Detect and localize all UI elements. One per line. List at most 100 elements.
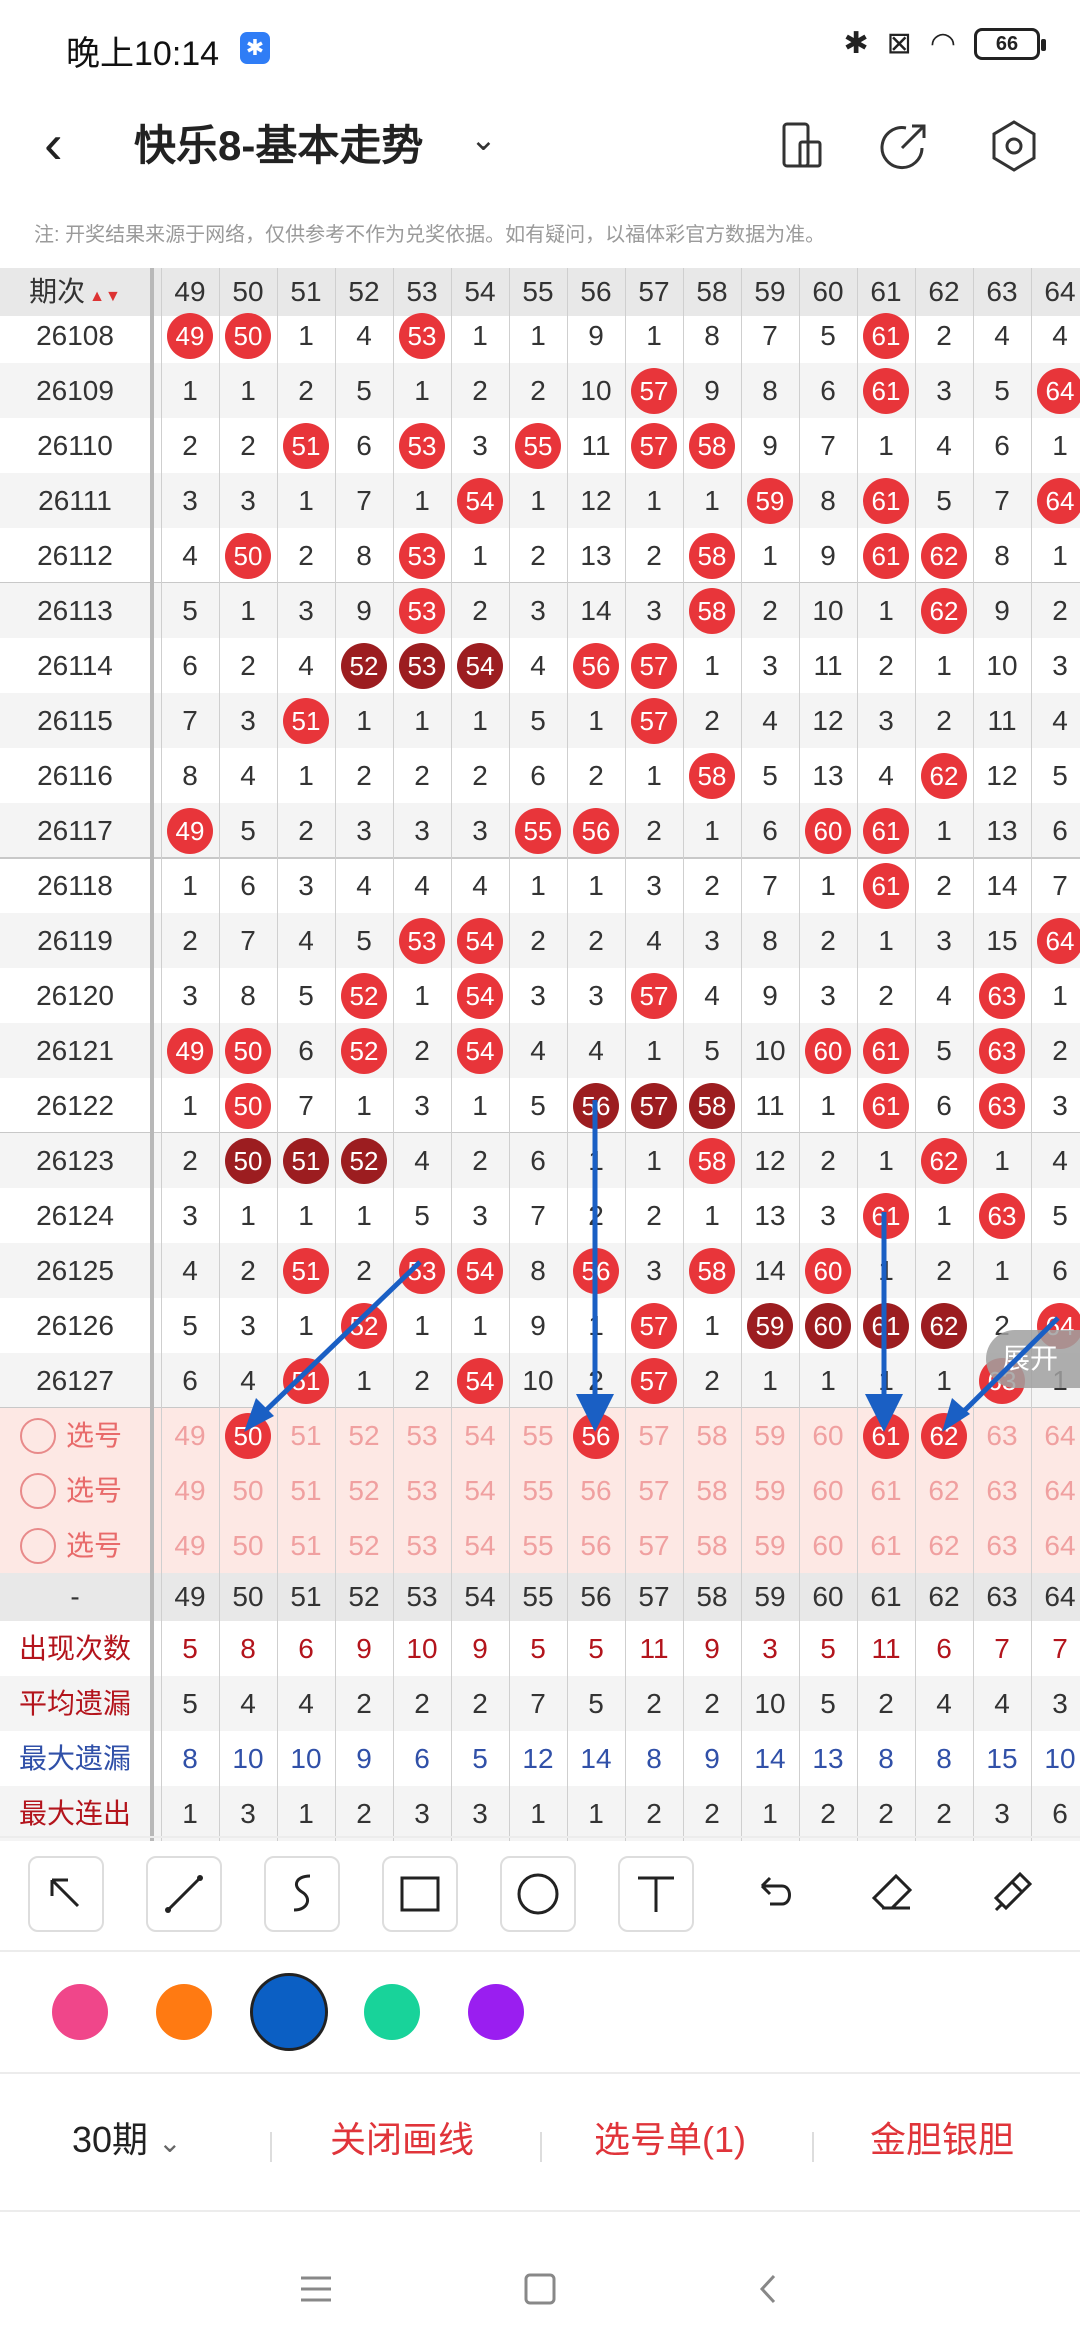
number-cell: 7 bbox=[994, 485, 1010, 516]
selectable-number[interactable]: 55 bbox=[509, 1518, 567, 1573]
selectable-number[interactable]: 59 bbox=[741, 1518, 799, 1573]
stats-value: 6 bbox=[414, 1743, 430, 1774]
selectable-number[interactable]: 63 bbox=[973, 1463, 1031, 1518]
number-cell: 2 bbox=[298, 815, 314, 846]
line-tool[interactable] bbox=[146, 1856, 222, 1932]
selectable-number[interactable]: 58 bbox=[683, 1463, 741, 1518]
selectable-number[interactable]: 60 bbox=[799, 1463, 857, 1518]
sort-icon[interactable]: ▲▼ bbox=[89, 288, 121, 305]
color-swatch[interactable] bbox=[468, 1984, 524, 2040]
selectable-number[interactable]: 50 bbox=[219, 1518, 277, 1573]
selectable-number[interactable]: 62 bbox=[915, 1518, 973, 1573]
period-count-select[interactable]: 30期 ⌄ bbox=[72, 2112, 182, 2171]
pointer-tool[interactable] bbox=[28, 1856, 104, 1932]
selectable-number[interactable]: 52 bbox=[335, 1518, 393, 1573]
selected-number-ball[interactable]: 61 bbox=[863, 1413, 909, 1460]
radio-icon[interactable] bbox=[20, 1472, 56, 1509]
selection-row-toggle[interactable]: 选号 bbox=[0, 1518, 150, 1573]
pick-list-button[interactable]: 选号单(1) bbox=[594, 2112, 746, 2168]
selectable-number[interactable]: 64 bbox=[1031, 1518, 1080, 1573]
selectable-number[interactable]: 57 bbox=[625, 1408, 683, 1463]
radio-icon[interactable] bbox=[20, 1527, 56, 1564]
selectable-number[interactable]: 58 bbox=[683, 1408, 741, 1463]
stats-value: 4 bbox=[240, 1688, 256, 1719]
selectable-number[interactable]: 54 bbox=[451, 1463, 509, 1518]
eraser-icon[interactable] bbox=[854, 1856, 930, 1932]
share-icon[interactable] bbox=[872, 114, 936, 178]
number-cell: 62 bbox=[915, 748, 973, 803]
number-cell: 52 bbox=[335, 968, 393, 1023]
brush-clear-icon[interactable] bbox=[972, 1856, 1048, 1932]
color-swatch[interactable] bbox=[52, 1984, 108, 2040]
selectable-number[interactable]: 51 bbox=[277, 1518, 335, 1573]
selectable-number[interactable]: 50 bbox=[219, 1463, 277, 1518]
selectable-number[interactable]: 51 bbox=[277, 1408, 335, 1463]
selectable-number[interactable]: 60 bbox=[799, 1518, 857, 1573]
selection-row-toggle[interactable]: 选号 bbox=[0, 1408, 150, 1463]
back-nav-icon[interactable] bbox=[744, 2264, 794, 2314]
number-cell: 6 bbox=[530, 1145, 546, 1176]
number-cell: 57 bbox=[625, 638, 683, 693]
selectable-number[interactable]: 49 bbox=[161, 1518, 219, 1573]
selected-number-ball[interactable]: 62 bbox=[921, 1413, 967, 1460]
number-cell: 4 bbox=[936, 430, 952, 461]
table-row: 26126 5 3 1 52 1 1 9 1 57 1 59 60 61 62 2 64 bbox=[0, 1298, 1080, 1353]
selectable-number[interactable]: 56 bbox=[567, 1463, 625, 1518]
selectable-number[interactable]: 49 bbox=[161, 1463, 219, 1518]
selectable-number[interactable]: 58 bbox=[683, 1518, 741, 1573]
selectable-number[interactable]: 57 bbox=[625, 1518, 683, 1573]
color-swatch[interactable] bbox=[250, 1973, 328, 2051]
selectable-number[interactable]: 61 bbox=[857, 1518, 915, 1573]
selected-number-ball[interactable]: 56 bbox=[573, 1413, 619, 1460]
selection-row-toggle[interactable]: 选号 bbox=[0, 1463, 150, 1518]
expand-button[interactable]: 展开 bbox=[986, 1330, 1080, 1388]
selectable-number[interactable]: 51 bbox=[277, 1463, 335, 1518]
undo-icon[interactable] bbox=[736, 1856, 812, 1932]
selectable-number[interactable]: 54 bbox=[451, 1408, 509, 1463]
selectable-number[interactable]: 61 bbox=[857, 1408, 915, 1463]
number-cell: 5 bbox=[182, 1310, 198, 1341]
selectable-number[interactable]: 62 bbox=[915, 1463, 973, 1518]
selectable-number[interactable]: 54 bbox=[451, 1518, 509, 1573]
selectable-number[interactable]: 63 bbox=[973, 1518, 1031, 1573]
selectable-number[interactable]: 59 bbox=[741, 1408, 799, 1463]
selectable-number[interactable]: 52 bbox=[335, 1408, 393, 1463]
selectable-number[interactable]: 55 bbox=[509, 1463, 567, 1518]
selectable-number[interactable]: 63 bbox=[973, 1408, 1031, 1463]
chevron-down-icon[interactable]: ⌄ bbox=[470, 120, 497, 158]
selectable-number[interactable]: 60 bbox=[799, 1408, 857, 1463]
selectable-number[interactable]: 52 bbox=[335, 1463, 393, 1518]
menu-icon[interactable] bbox=[291, 2264, 341, 2314]
rectangle-tool[interactable] bbox=[382, 1856, 458, 1932]
text-tool[interactable] bbox=[618, 1856, 694, 1932]
selectable-number[interactable]: 57 bbox=[625, 1463, 683, 1518]
selectable-number[interactable]: 61 bbox=[857, 1463, 915, 1518]
freehand-tool[interactable] bbox=[264, 1856, 340, 1932]
selectable-number[interactable]: 53 bbox=[393, 1408, 451, 1463]
selectable-number[interactable]: 49 bbox=[161, 1408, 219, 1463]
radio-icon[interactable] bbox=[20, 1417, 56, 1454]
circle-tool[interactable] bbox=[500, 1856, 576, 1932]
color-swatch[interactable] bbox=[364, 1984, 420, 2040]
color-swatch[interactable] bbox=[156, 1984, 212, 2040]
home-icon[interactable] bbox=[515, 2264, 565, 2314]
gold-silver-button[interactable]: 金胆银胆 bbox=[870, 2112, 1014, 2168]
selectable-number[interactable]: 56 bbox=[567, 1408, 625, 1463]
screen-switch-icon[interactable] bbox=[770, 114, 834, 178]
selectable-number[interactable]: 55 bbox=[509, 1408, 567, 1463]
close-draw-button[interactable]: 关闭画线 bbox=[330, 2112, 474, 2168]
drawn-number-ball: 49 bbox=[167, 1028, 213, 1075]
selectable-number[interactable]: 64 bbox=[1031, 1408, 1080, 1463]
selectable-number[interactable]: 50 bbox=[219, 1408, 277, 1463]
page-title[interactable]: 快乐8-基本走势 bbox=[134, 114, 423, 178]
selectable-number[interactable]: 53 bbox=[393, 1518, 451, 1573]
selectable-number[interactable]: 62 bbox=[915, 1408, 973, 1463]
selectable-number[interactable]: 56 bbox=[567, 1518, 625, 1573]
settings-icon[interactable] bbox=[982, 114, 1046, 178]
selectable-number[interactable]: 53 bbox=[393, 1463, 451, 1518]
selectable-number[interactable]: 64 bbox=[1031, 1463, 1080, 1518]
back-button[interactable]: ‹ bbox=[44, 114, 94, 178]
number-cell: 6 bbox=[530, 760, 546, 791]
selectable-number[interactable]: 59 bbox=[741, 1463, 799, 1518]
selected-number-ball[interactable]: 50 bbox=[225, 1413, 271, 1460]
